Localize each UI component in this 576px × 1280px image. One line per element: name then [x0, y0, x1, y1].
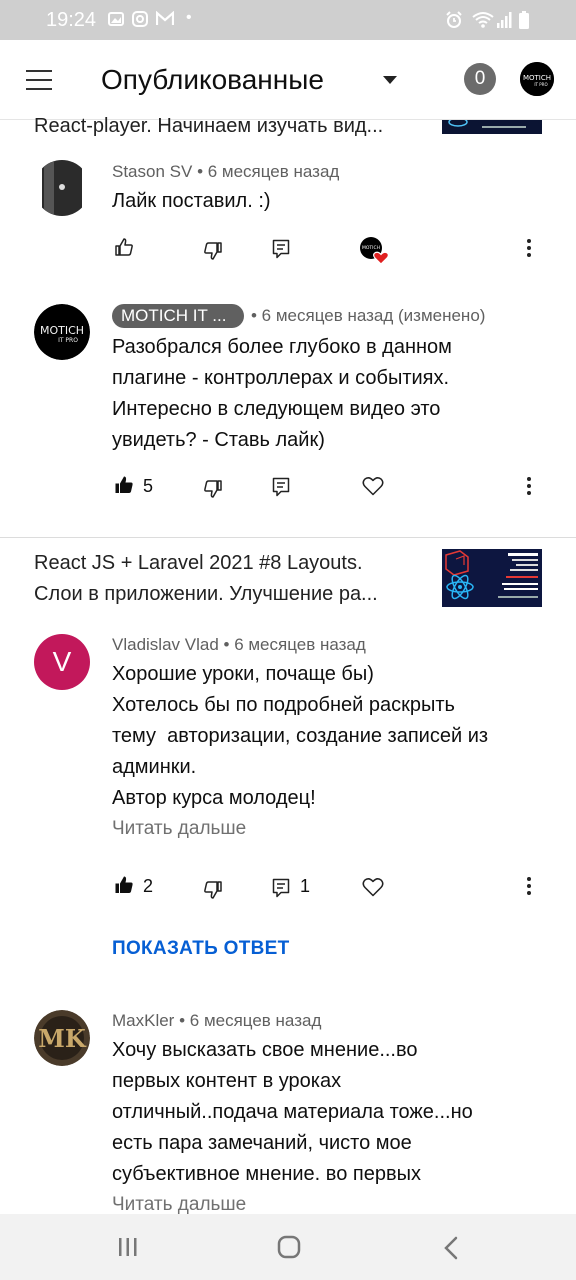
comment-text: Лайк поставил. :): [112, 186, 271, 217]
comment-line: Лайк поставил. :): [112, 190, 271, 212]
svg-text:MOTICH: MOTICH: [40, 324, 84, 337]
show-reply-button[interactable]: ПОКАЗАТЬ ОТВЕТ: [112, 938, 290, 960]
reply-icon[interactable]: [272, 477, 290, 502]
comment-line: субъективное мнение. во первых: [112, 1163, 421, 1185]
app-header: Опубликованные 0 MOTICH IT PRO: [0, 40, 576, 120]
comment-line: Разобрался более глубоко в данном: [112, 336, 452, 358]
avatar[interactable]: MOTICH IT PRO: [34, 304, 90, 360]
more-options-icon[interactable]: [526, 476, 532, 501]
comment-text: Хочу высказать свое мнение...во первых к…: [112, 1035, 473, 1190]
chevron-down-icon[interactable]: [383, 76, 397, 84]
comment-line: первых контент в уроках: [112, 1070, 342, 1092]
comment-line: Автор курса молодец!: [112, 787, 316, 809]
battery-icon: [518, 11, 530, 34]
back-icon[interactable]: [443, 1236, 459, 1265]
comment-line: есть пара замечаний, чисто мое: [112, 1132, 412, 1154]
like-filled-icon[interactable]: [114, 875, 134, 900]
comment-time: • 6 месяцев назад: [223, 635, 366, 654]
reply-icon[interactable]: [272, 239, 290, 264]
comment-line: Хотелось бы по подробней раскрыть: [112, 694, 455, 716]
more-notifications-dot-icon: •: [186, 9, 192, 26]
svg-text:IT PRO: IT PRO: [58, 337, 78, 344]
comment-text: Хорошие уроки, почаще бы) Хотелось бы по…: [112, 659, 488, 814]
comment-line: отличный..подача материала тоже...но: [112, 1101, 473, 1123]
comment-line: админки.: [112, 756, 197, 778]
comment-time: • 6 месяцев назад: [197, 162, 340, 181]
status-time: 19:24: [46, 9, 97, 31]
comment-meta: Vladislav Vlad • 6 месяцев назад: [112, 635, 366, 655]
dislike-icon[interactable]: [203, 241, 223, 266]
heart-icon[interactable]: [362, 877, 384, 902]
read-more-link[interactable]: Читать дальше: [112, 1194, 246, 1216]
comment-text: Разобрался более глубоко в данном плагин…: [112, 332, 452, 456]
status-bar: 19:24 •: [0, 0, 576, 40]
signal-icon: [496, 11, 512, 34]
comment-meta: Stason SV • 6 месяцев назад: [112, 162, 339, 182]
svg-text:IT PRO: IT PRO: [534, 82, 547, 87]
reply-icon[interactable]: [272, 878, 290, 903]
instagram-notification-icon: [132, 11, 148, 32]
section-divider: [0, 537, 576, 538]
heart-icon[interactable]: [362, 476, 384, 501]
menu-icon[interactable]: [26, 70, 52, 90]
video-thumbnail[interactable]: [442, 549, 542, 607]
video-title-line: React-player. Начинаем изучать вид...: [34, 115, 384, 137]
dislike-icon[interactable]: [203, 880, 223, 905]
like-count: 5: [143, 476, 154, 496]
video-title-line: React JS + Laravel 2021 #8 Layouts.: [34, 552, 363, 574]
avatar[interactable]: [34, 160, 90, 216]
reply-count: 1: [300, 876, 311, 896]
video-title-line: Слои в приложении. Улучшение ра...: [34, 583, 378, 605]
svg-text:MOTICH: MOTICH: [362, 245, 380, 251]
video-thumbnail[interactable]: [442, 120, 542, 134]
channel-avatar[interactable]: MOTICH IT PRO: [520, 62, 554, 96]
comment-author[interactable]: MaxKler: [112, 1011, 174, 1030]
comment-author[interactable]: Stason SV: [112, 162, 192, 181]
system-navigation-bar: [0, 1214, 576, 1280]
comment-time: • 6 месяцев назад: [179, 1011, 322, 1030]
alarm-icon: [445, 11, 463, 34]
comment-line: увидеть? - Ставь лайк): [112, 429, 325, 451]
comment-line: Хорошие уроки, почаще бы): [112, 663, 374, 685]
comment-line: Хочу высказать свое мнение...во: [112, 1039, 418, 1061]
comment-line: тему авторизации, создание записей из: [112, 725, 489, 747]
video-title[interactable]: React JS + Laravel 2021 #8 Layouts. Слои…: [34, 548, 378, 610]
comment-time: • 6 месяцев назад (изменено): [251, 306, 486, 325]
avatar[interactable]: V: [34, 634, 90, 690]
comment-line: Интересно в следующем видео это: [112, 398, 441, 420]
page-title[interactable]: Опубликованные: [101, 64, 324, 96]
avatar[interactable]: MK: [34, 1010, 90, 1066]
home-icon[interactable]: [277, 1235, 301, 1264]
like-filled-icon[interactable]: [114, 475, 134, 500]
comment-line: плагине - контроллерах и событиях.: [112, 367, 450, 389]
recent-apps-icon[interactable]: [117, 1236, 139, 1263]
video-title[interactable]: React-player. Начинаем изучать вид...: [34, 111, 383, 142]
notification-count-badge[interactable]: 0: [464, 63, 496, 95]
channel-owner-badge[interactable]: MOTICH IT ...: [112, 304, 244, 328]
gmail-notification-icon: [155, 10, 175, 32]
like-count: 2: [143, 876, 154, 896]
comment-meta: MaxKler • 6 месяцев назад: [112, 1011, 321, 1031]
wifi-icon: [472, 11, 494, 34]
read-more-link[interactable]: Читать дальше: [112, 818, 246, 840]
svg-text:MK: MK: [38, 1024, 87, 1053]
like-icon[interactable]: [114, 237, 134, 262]
more-options-icon[interactable]: [526, 238, 532, 263]
more-options-icon[interactable]: [526, 876, 532, 901]
dislike-icon[interactable]: [203, 479, 223, 504]
avatar-letter: V: [52, 646, 72, 677]
comment-author[interactable]: Vladislav Vlad: [112, 635, 219, 654]
creator-heart-icon[interactable]: MOTICH: [359, 236, 391, 271]
gallery-notification-icon: [108, 11, 124, 32]
svg-text:MOTICH: MOTICH: [523, 74, 551, 82]
